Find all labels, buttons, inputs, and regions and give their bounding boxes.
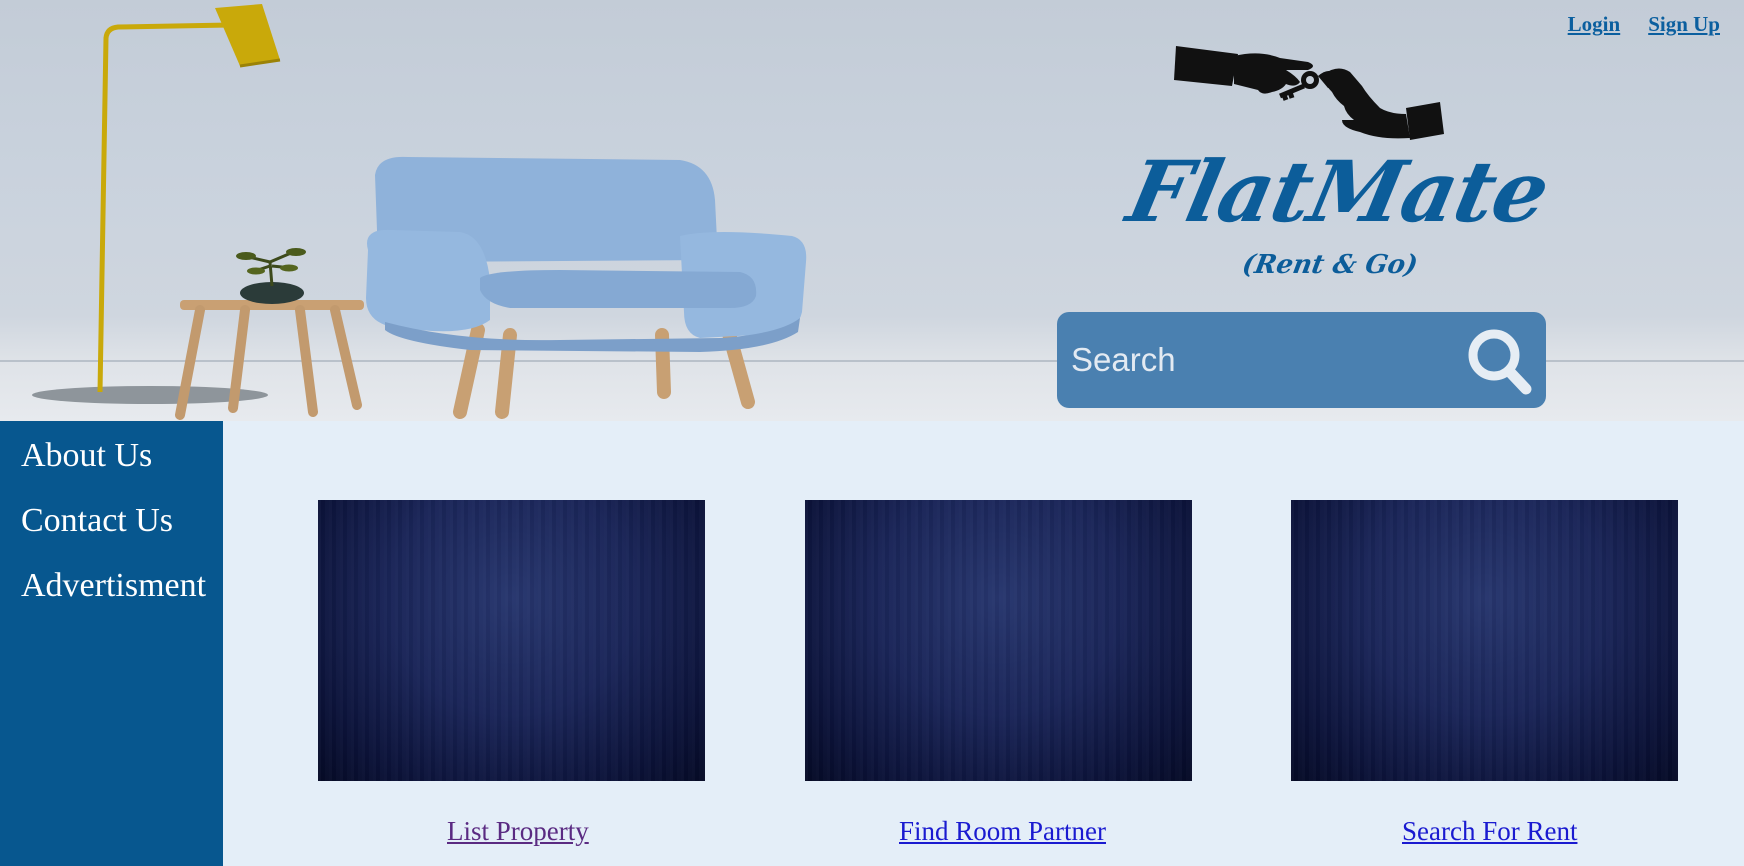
sidebar-item-about-us[interactable]: About Us: [21, 439, 223, 473]
hero-banner: Login Sign Up FlatMate (Rent & Go): [0, 0, 1744, 421]
card-image-find-room-partner[interactable]: [805, 500, 1192, 781]
search-icon[interactable]: [1464, 326, 1534, 396]
login-link[interactable]: Login: [1568, 12, 1621, 37]
sidebar-item-advertisment[interactable]: Advertisment: [21, 569, 223, 603]
brand-tagline: (Rent & Go): [1239, 250, 1421, 280]
find-room-partner-link[interactable]: Find Room Partner: [899, 816, 1106, 847]
sidebar-item-contact-us[interactable]: Contact Us: [21, 504, 223, 538]
auth-links: Login Sign Up: [1568, 12, 1720, 37]
signup-link[interactable]: Sign Up: [1648, 12, 1720, 37]
card-image-list-property[interactable]: [318, 500, 705, 781]
search-input[interactable]: [1069, 340, 1453, 380]
search-bar: [1057, 312, 1546, 408]
list-property-link[interactable]: List Property: [447, 816, 589, 847]
search-for-rent-link[interactable]: Search For Rent: [1402, 816, 1577, 847]
plant-illustration: [236, 248, 306, 304]
hand-over-key-icon: [1174, 46, 1444, 140]
logo: FlatMate (Rent & Go): [1110, 40, 1557, 300]
sidebar-nav: About Us Contact Us Advertisment: [0, 421, 223, 866]
brand-name: FlatMate: [1119, 142, 1558, 241]
living-room-illustration: [32, 4, 807, 420]
armchair-illustration: [366, 156, 807, 419]
card-image-search-for-rent[interactable]: [1291, 500, 1678, 781]
